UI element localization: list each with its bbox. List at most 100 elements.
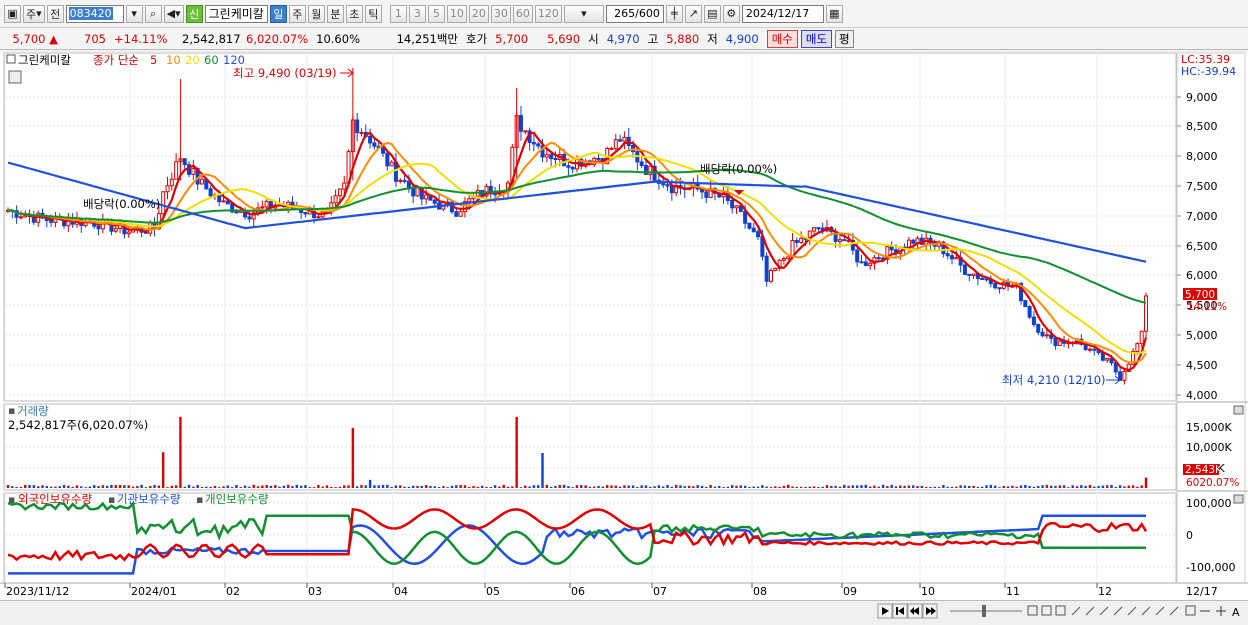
holdings-panel[interactable] — [3, 492, 1177, 584]
minute-option-60[interactable]: 60 — [512, 4, 533, 23]
chart-menu-icon[interactable]: ▣ — [4, 4, 21, 23]
price-panel[interactable] — [3, 52, 1177, 402]
volume-bar — [252, 484, 255, 488]
minute-option-10[interactable]: 10 — [446, 4, 467, 23]
candle-body — [730, 199, 735, 209]
line-tool-icon[interactable]: ↗ — [684, 4, 702, 23]
volume-bar — [243, 485, 247, 488]
x-tick: 08 — [753, 585, 767, 598]
volume-bar — [149, 486, 152, 488]
volume-bar — [485, 486, 488, 488]
candle-icon[interactable]: ╪ — [665, 4, 683, 23]
minute-option-3[interactable]: 3 — [408, 4, 426, 23]
volume-bar — [317, 484, 320, 488]
x-tick: 12 — [1098, 585, 1112, 598]
candle-body — [945, 253, 950, 257]
stock-code-input[interactable]: 083420 — [65, 4, 124, 23]
volume-bar — [127, 485, 130, 488]
zoom-slider[interactable] — [950, 605, 1022, 617]
table-icon[interactable] — [8, 70, 22, 84]
volume-bar — [838, 486, 842, 488]
volume-bar — [84, 487, 87, 488]
volume-bar — [718, 486, 721, 488]
volume-bar — [429, 486, 432, 488]
volume-bar — [765, 486, 768, 488]
minute-option-20[interactable]: 20 — [468, 4, 489, 23]
sound-icon[interactable]: ◀▾ — [163, 4, 184, 23]
volume-bar — [976, 486, 980, 488]
period-tab-3[interactable]: 분 — [326, 4, 344, 23]
volume-bar — [455, 485, 458, 488]
period-tab-4[interactable]: 초 — [345, 4, 363, 23]
flat-button[interactable]: 평 — [835, 29, 854, 48]
ma-period-60: 60 — [204, 53, 219, 67]
candle-body — [385, 152, 390, 167]
volume-bar — [774, 486, 777, 488]
volume-bar — [877, 486, 880, 488]
candle-body — [208, 188, 213, 197]
gear-icon[interactable]: ⚙ — [722, 4, 740, 23]
volume-bar — [1015, 486, 1018, 488]
candle-body — [997, 287, 1002, 290]
chart-area[interactable]: 9,000 8,500 8,000 7,500 7,000 6,500 6,000 5,500… — [0, 52, 1248, 602]
volume-bar — [416, 485, 419, 488]
scroll-prev-icon[interactable] — [907, 603, 923, 619]
volume-bar — [75, 485, 79, 488]
volume-bar — [562, 484, 566, 488]
scope-button[interactable]: 전 — [46, 4, 64, 23]
candle-body — [570, 166, 575, 170]
high-price: 5,880 — [666, 31, 700, 46]
scroll-first-icon[interactable] — [892, 603, 908, 619]
search-icon[interactable]: ⌕ — [144, 4, 162, 23]
volume-bar — [347, 485, 350, 488]
volume-bar — [157, 485, 161, 488]
candle-body — [971, 273, 976, 276]
minute-option-5[interactable]: 5 — [427, 4, 445, 23]
volume-bar — [433, 486, 436, 488]
volume-bar — [105, 485, 109, 488]
candle-body — [161, 191, 166, 215]
volume-bar — [998, 487, 1001, 488]
period-tab-2[interactable]: 월 — [307, 4, 325, 23]
tool-icons[interactable]: A — [1027, 605, 1240, 619]
buy-button[interactable]: 매수 — [766, 29, 798, 48]
volume-bar — [274, 485, 277, 488]
market-select[interactable]: 주 ▾ — [23, 4, 45, 23]
chart-svg[interactable]: 9,0008,5008,0007,5007,0006,5006,0005,500… — [0, 52, 1248, 602]
minute-option-1[interactable]: 1 — [389, 4, 407, 23]
code-dropdown-icon[interactable]: ▾ — [125, 4, 143, 23]
minute-option-30[interactable]: 30 — [490, 4, 511, 23]
candle-body — [1057, 340, 1062, 346]
date-field[interactable]: 2024/12/17 — [741, 4, 824, 23]
save-icon[interactable]: ▤ — [703, 4, 721, 23]
bar-count[interactable]: 265/600 — [605, 4, 664, 23]
volume-bar — [739, 485, 743, 488]
candle-body — [49, 220, 54, 223]
period-tab-5[interactable]: 틱 — [364, 4, 382, 23]
minute-option-120[interactable]: 120 — [534, 4, 562, 23]
calendar-icon[interactable]: ▦ — [825, 4, 843, 23]
holdings-close-icon[interactable] — [1233, 494, 1244, 504]
candle-body — [536, 143, 541, 147]
candle-body — [424, 194, 429, 200]
interval-select[interactable]: ▾ — [563, 4, 604, 23]
candle-body — [372, 142, 377, 147]
scroll-left-icon[interactable] — [877, 603, 893, 619]
low-annotation: 최저 4,210 (12/10) — [1002, 373, 1106, 387]
candle-body — [665, 184, 670, 187]
period-tab-0[interactable]: 일 — [269, 4, 287, 23]
volume-bar — [567, 486, 570, 488]
volume-bar — [653, 486, 656, 488]
sell-button[interactable]: 매도 — [800, 29, 833, 48]
volume-close-icon[interactable] — [1233, 405, 1244, 415]
volume-bar — [334, 487, 337, 488]
volume-bar — [321, 486, 324, 488]
scroll-next-icon[interactable] — [922, 603, 938, 619]
candle-body — [855, 249, 860, 263]
volume-bar — [868, 486, 872, 488]
candle-body — [398, 179, 403, 182]
volume-pct-tag: 6020.07% — [1186, 477, 1239, 489]
volume-bar — [605, 485, 609, 488]
candle-body — [868, 262, 873, 267]
period-tab-1[interactable]: 주 — [288, 4, 306, 23]
